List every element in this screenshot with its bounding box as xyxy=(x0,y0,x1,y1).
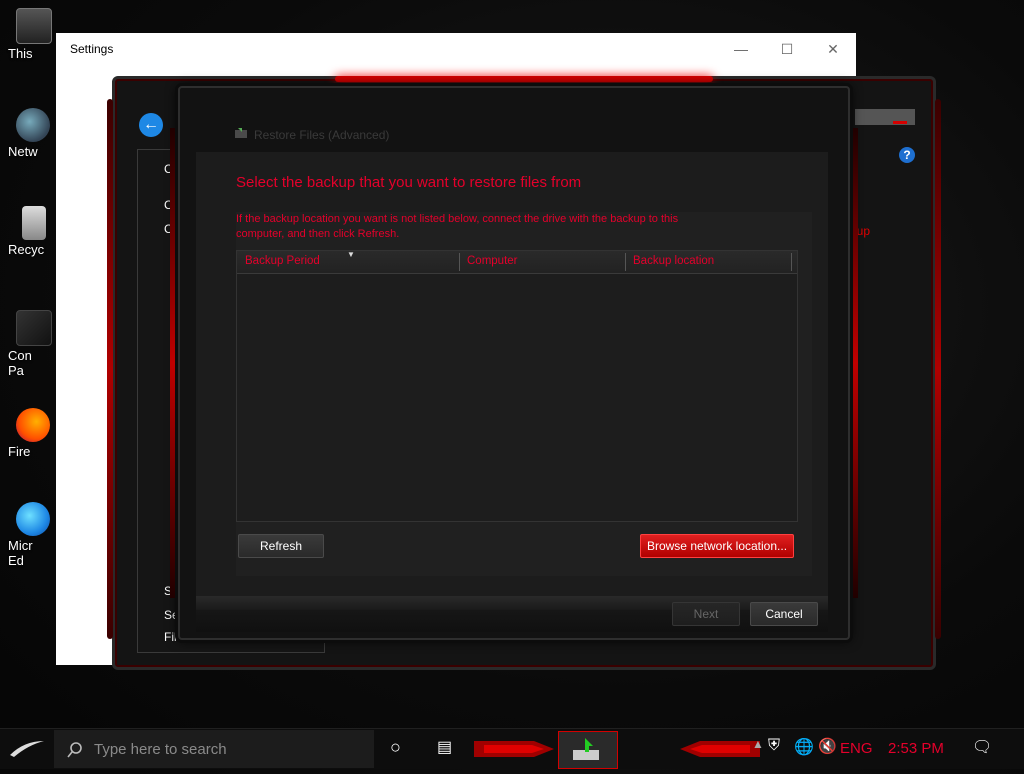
network-icon xyxy=(16,108,50,142)
dialog-body: Select the backup that you want to resto… xyxy=(196,152,828,596)
refresh-button[interactable]: Refresh xyxy=(238,534,324,558)
desktop-icon-label: Fire xyxy=(8,444,31,459)
backup-app-icon xyxy=(573,738,599,760)
minimize-button[interactable]: — xyxy=(726,39,756,59)
back-arrow-icon[interactable]: ← xyxy=(139,113,163,137)
backup-table[interactable]: Backup Period ▼ Computer Backup location xyxy=(236,250,798,522)
start-button[interactable] xyxy=(0,729,54,769)
recycle-bin-icon xyxy=(22,206,46,240)
maximize-button[interactable]: ☐ xyxy=(772,39,802,59)
browse-network-location-button[interactable]: Browse network location... xyxy=(640,534,794,558)
settings-title: Settings xyxy=(70,42,114,56)
settings-titlebar: Settings — ☐ ✕ xyxy=(56,33,856,65)
cancel-button[interactable]: Cancel xyxy=(750,602,818,626)
desktop-icon-recycle-bin[interactable]: Recyc xyxy=(8,206,54,257)
desktop-icon-firefox[interactable]: Fire xyxy=(8,408,54,459)
desktop-icon-label: This xyxy=(8,46,33,61)
restore-icon xyxy=(235,128,247,138)
shield-icon[interactable]: ⛨ xyxy=(768,737,780,755)
cortana-icon[interactable]: ○ xyxy=(390,737,401,758)
task-view-icon[interactable]: ▤ xyxy=(437,737,452,757)
control-panel-icon xyxy=(16,310,52,346)
language-indicator[interactable]: ENG xyxy=(840,740,873,757)
control-panel-search[interactable] xyxy=(855,109,915,125)
info-line-1: If the backup location you want is not l… xyxy=(236,213,679,225)
desktop-icon-edge[interactable]: Micr Ed xyxy=(8,502,54,568)
search-icon xyxy=(67,742,82,758)
clock[interactable]: 2:53 PM xyxy=(888,740,944,757)
desktop-icon-network[interactable]: Netw xyxy=(8,108,54,159)
sort-arrow-icon: ▼ xyxy=(347,250,355,259)
firefox-icon xyxy=(16,408,50,442)
close-button[interactable]: ✕ xyxy=(818,39,848,59)
restore-files-dialog: Restore Files (Advanced) Select the back… xyxy=(170,86,858,640)
taskbar-search[interactable]: Type here to search xyxy=(54,730,374,768)
show-hidden-icons[interactable]: ▲ xyxy=(752,737,764,751)
column-computer[interactable]: Computer xyxy=(467,255,518,267)
this-pc-icon xyxy=(16,8,52,44)
search-placeholder: Type here to search xyxy=(94,741,227,758)
volume-muted-icon[interactable]: 🔇 xyxy=(818,737,837,755)
table-header: Backup Period ▼ Computer Backup location xyxy=(237,250,797,274)
content-box: If the backup location you want is not l… xyxy=(236,212,812,576)
help-icon[interactable]: ? xyxy=(899,147,915,163)
side-item[interactable]: Se xyxy=(164,608,179,622)
info-text: If the backup location you want is not l… xyxy=(236,212,756,242)
column-backup-location[interactable]: Backup location xyxy=(633,255,714,267)
desktop-icon-control-panel[interactable]: Con Pa xyxy=(8,310,54,378)
desktop-icon-label: Recyc xyxy=(8,242,45,257)
desktop-icon-label: Netw xyxy=(8,144,38,159)
taskbar-decoration-right xyxy=(680,741,760,757)
desktop-icon-label: Micr Ed xyxy=(8,538,33,568)
dialog-heading: Select the backup that you want to resto… xyxy=(236,174,582,191)
dialog-footer: Next Cancel xyxy=(196,596,828,632)
desktop-icon-label: Con Pa xyxy=(8,348,32,378)
frame-accent-right xyxy=(935,99,941,639)
taskbar: Type here to search ○ ▤ ▲ ⛨ 🌐 🔇 ENG 2:53… xyxy=(0,728,1024,769)
desktop-icon-this-pc[interactable]: This xyxy=(8,8,54,61)
frame-accent xyxy=(335,76,713,82)
network-globe-icon[interactable]: 🌐 xyxy=(794,737,814,757)
dialog-accent-left xyxy=(170,128,175,598)
edge-icon xyxy=(16,502,50,536)
taskbar-backup-app[interactable] xyxy=(558,731,618,769)
column-separator[interactable] xyxy=(625,253,626,271)
dialog-title: Restore Files (Advanced) xyxy=(254,128,390,142)
column-backup-period[interactable]: Backup Period xyxy=(245,255,320,267)
column-separator[interactable] xyxy=(459,253,460,271)
notification-icon[interactable]: 🗨 xyxy=(972,737,992,757)
start-logo-icon xyxy=(10,741,44,757)
info-line-2: computer, and then click Refresh. xyxy=(236,228,400,240)
column-separator[interactable] xyxy=(791,253,792,271)
dialog-accent-right xyxy=(853,128,858,598)
next-button[interactable]: Next xyxy=(672,602,740,626)
frame-accent-left xyxy=(107,99,113,639)
